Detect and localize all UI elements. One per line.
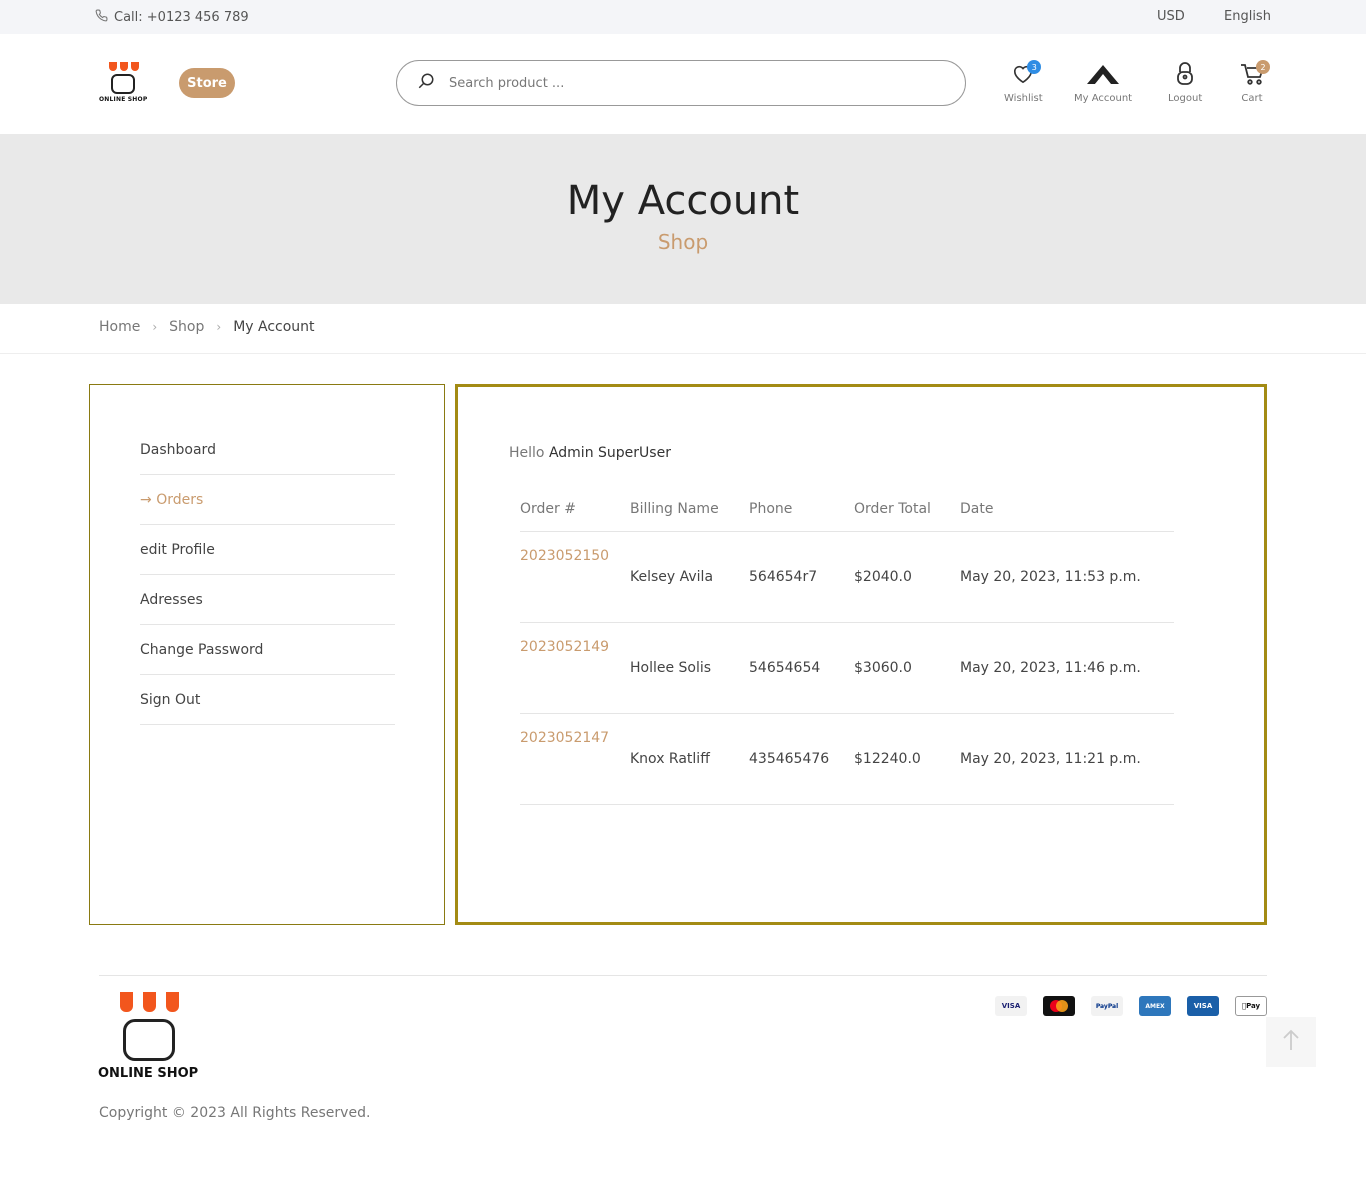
chevron-right-icon: › [152,320,158,334]
order-number-link[interactable]: 2023052147 [520,713,630,805]
order-total: $2040.0 [854,531,960,623]
phone: 54654654 [749,622,854,714]
billing-name: Hollee Solis [630,622,749,714]
order-date: May 20, 2023, 11:46 p.m. [960,622,1174,714]
search-bar [396,60,966,106]
logout-link[interactable]: Logout [1168,62,1202,104]
billing-name: Kelsey Avila [630,531,749,623]
logout-label: Logout [1168,93,1203,104]
breadcrumb: Home › Shop › My Account [99,319,315,335]
greeting-text: Hello [509,445,545,461]
wishlist-count-badge: 3 [1027,60,1042,74]
logo-text: ONLINE SHOP [99,96,148,103]
lock-icon [1176,62,1194,90]
column-header: Billing Name [630,487,749,532]
sidebar-item-orders[interactable]: → Orders [140,475,395,525]
my-account-label: My Account [1074,93,1133,104]
table-header-row: Order # Billing Name Phone Order Total D… [520,487,1174,532]
user-name: Admin SuperUser [548,445,671,461]
column-header: Date [960,487,1174,532]
currency-selector[interactable]: USD [1157,9,1185,24]
sidebar-item-sign-out[interactable]: Sign Out [140,675,395,725]
sidebar-item-addresses[interactable]: Adresses [140,575,395,625]
search-input[interactable] [449,75,929,91]
page-banner: My Account Shop [0,134,1366,304]
footer-logo-text: ONLINE SHOP [98,1066,199,1081]
order-total: $3060.0 [854,622,960,714]
arrow-up-icon [1282,1029,1300,1055]
store-button[interactable]: Store [179,68,235,98]
breadcrumb-shop[interactable]: Shop [169,319,204,335]
table-row: 2023052150 Kelsey Avila 564654r7 $2040.0… [520,531,1174,623]
search-icon[interactable] [417,72,435,94]
sidebar-item-label: Adresses [140,591,203,608]
order-number-link[interactable]: 2023052150 [520,531,630,623]
sidebar-item-dashboard[interactable]: Dashboard [140,425,395,475]
my-account-link[interactable]: My Account [1074,62,1132,104]
order-number-link[interactable]: 2023052149 [520,622,630,714]
account-icon [1085,62,1121,90]
wishlist-label: Wishlist [1004,93,1043,104]
amex-icon: AMEX [1139,996,1171,1016]
order-total: $12240.0 [854,713,960,805]
billing-name: Knox Ratliff [630,713,749,805]
page-subtitle: Shop [657,230,709,254]
order-date: May 20, 2023, 11:21 p.m. [960,713,1174,805]
arrow-right-icon: → [140,491,157,508]
mastercard-icon [1043,996,1075,1016]
account-sidebar: Dashboard → Orders edit Profile Adresses… [89,384,445,925]
column-header: Phone [749,487,854,532]
visa-icon: VISA [995,996,1027,1016]
sidebar-item-label: Dashboard [140,441,216,458]
breadcrumb-home[interactable]: Home [99,319,140,335]
breadcrumb-current: My Account [233,319,315,335]
visa-electron-icon: VISA [1187,996,1219,1016]
sidebar-item-change-password[interactable]: Change Password [140,625,395,675]
payment-methods: VISA PayPal AMEX VISA Pay [995,996,1267,1016]
header: ONLINE SHOP Store 3 Wishlist My Account [0,34,1366,134]
site-logo[interactable]: ONLINE SHOP [97,60,153,106]
greeting: Hello Admin SuperUser [509,445,671,461]
orders-table: Order # Billing Name Phone Order Total D… [520,487,1174,805]
phone: 435465476 [749,713,854,805]
page-title: My Account [566,178,800,224]
phone: 564654r7 [749,531,854,623]
apple-pay-icon: Pay [1235,996,1267,1016]
footer-divider [99,975,1267,976]
column-header: Order Total [854,487,960,532]
language-selector[interactable]: English [1224,9,1271,24]
cart-label: Cart [1241,93,1263,104]
cart-link[interactable]: 2 Cart [1238,60,1270,104]
chevron-right-icon: › [216,320,222,334]
phone-icon [95,9,108,26]
sidebar-item-label: edit Profile [140,541,215,558]
divider [0,353,1366,354]
orders-panel: Hello Admin SuperUser Order # Billing Na… [455,384,1267,925]
cart-count-badge: 2 [1256,60,1270,74]
column-header: Order # [520,487,630,532]
footer-logo[interactable]: ONLINE SHOP [98,992,208,1082]
sidebar-item-label: Change Password [140,641,264,658]
table-row: 2023052147 Knox Ratliff 435465476 $12240… [520,713,1174,805]
top-bar: Call: +0123 456 789 USD English [0,0,1366,34]
copyright-text: Copyright © 2023 All Rights Reserved. [99,1105,371,1121]
sidebar-item-label: Orders [156,491,204,508]
paypal-icon: PayPal [1091,996,1123,1016]
call-text: Call: +0123 456 789 [114,10,249,25]
order-date: May 20, 2023, 11:53 p.m. [960,531,1174,623]
wishlist-link[interactable]: 3 Wishlist [1004,60,1043,104]
table-row: 2023052149 Hollee Solis 54654654 $3060.0… [520,622,1174,714]
scroll-to-top-button[interactable] [1266,1017,1316,1067]
sidebar-item-label: Sign Out [140,691,201,708]
call-info: Call: +0123 456 789 [95,9,249,26]
sidebar-item-edit-profile[interactable]: edit Profile [140,525,395,575]
